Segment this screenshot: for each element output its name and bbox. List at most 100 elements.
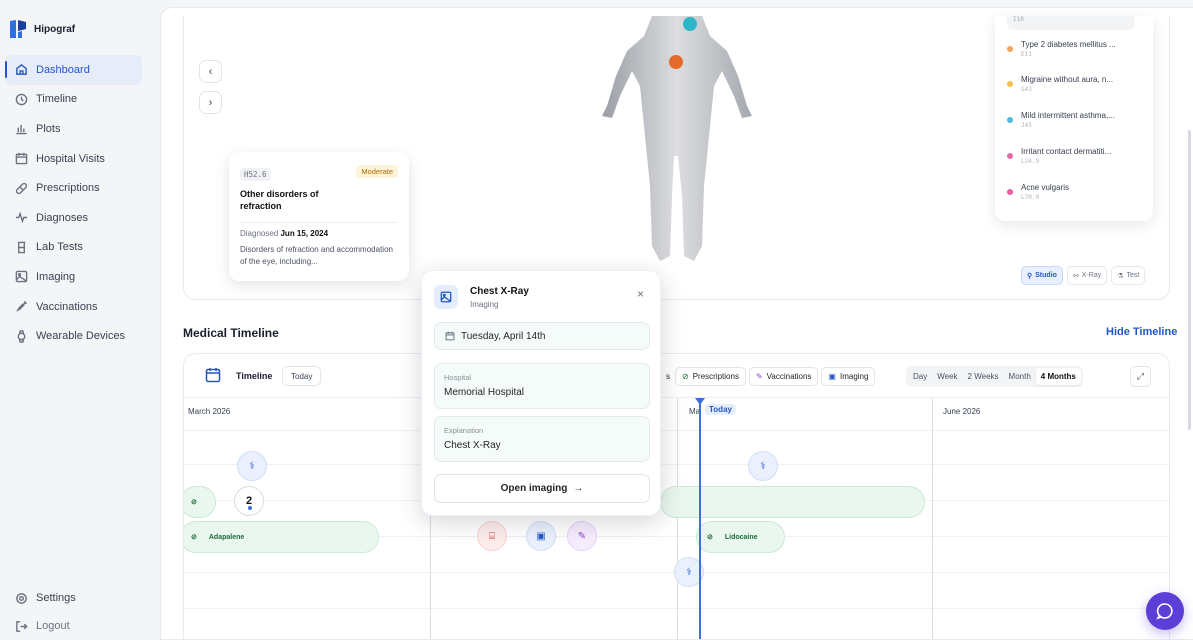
syringe-icon — [16, 300, 28, 312]
chat-bubble-icon — [1156, 603, 1173, 620]
range-week[interactable]: Week — [932, 368, 962, 385]
month-divider — [932, 398, 933, 639]
sidebar-nav: Dashboard Timeline Plots Hospital Visits… — [5, 55, 142, 351]
condition-item[interactable]: Migraine without aura, n... G43 — [1007, 75, 1142, 105]
vaccination-event[interactable]: ✎ — [567, 521, 597, 551]
sidebar-item-label: Vaccinations — [36, 300, 98, 313]
popup-date-text: Tuesday, April 14th — [461, 330, 546, 342]
popup-icon — [434, 285, 458, 309]
pill-icon: ⊘ — [191, 534, 197, 541]
condition-code: E11 — [1021, 51, 1032, 58]
condition-dot — [1007, 153, 1013, 159]
hospital-visit-event[interactable]: ⚕ — [748, 451, 778, 481]
sidebar-item-logout[interactable]: Logout — [5, 612, 142, 640]
month-divider — [677, 398, 678, 639]
xray-label: X-Ray — [1081, 272, 1102, 279]
sidebar: Hipograf Dashboard Timeline Plots Hospit… — [0, 0, 150, 640]
bones-icon: ⚯ — [1072, 272, 1079, 280]
xray-view-button[interactable]: ⚯ X-Ray — [1066, 266, 1108, 285]
sidebar-item-timeline[interactable]: Timeline — [5, 85, 142, 115]
syringe-icon: ✎ — [755, 372, 763, 381]
today-button[interactable]: Today — [282, 366, 322, 386]
next-button[interactable]: › — [199, 91, 222, 114]
image-icon — [15, 271, 28, 283]
test-tube-icon: ⌸ — [489, 530, 495, 542]
severity-badge: Moderate — [356, 165, 398, 178]
condition-code: J45 — [1021, 122, 1032, 129]
arrow-right-icon: → — [573, 483, 584, 494]
imaging-event[interactable]: ▣ — [526, 521, 556, 551]
prescription-bar[interactable]: ⊘ — [184, 486, 216, 518]
sidebar-item-label: Dashboard — [36, 63, 90, 76]
abdomen-marker-icon — [669, 55, 683, 69]
condition-item[interactable]: Acne vulgaris L70.0 — [1007, 183, 1142, 213]
explanation-field: Explanation Chest X-Ray — [434, 416, 650, 462]
filter-label: Vaccinations — [766, 372, 812, 381]
sidebar-item-dashboard[interactable]: Dashboard — [5, 55, 142, 85]
condition-dot — [1007, 81, 1013, 87]
event-cluster[interactable]: 2 — [234, 486, 264, 516]
range-day[interactable]: Day — [908, 368, 932, 385]
sidebar-item-plots[interactable]: Plots — [5, 114, 142, 144]
prescription-bar-lidocaine[interactable]: ⊘ Lidocaine — [696, 521, 785, 553]
test-view-button[interactable]: ⚗ Test — [1111, 266, 1146, 285]
sidebar-item-diagnoses[interactable]: Diagnoses — [5, 203, 142, 233]
diagnosis-card[interactable]: H52.6 Moderate Other disorders of refrac… — [229, 152, 409, 281]
filter-imaging[interactable]: ▣ Imaging — [821, 367, 876, 386]
scrollbar[interactable] — [1188, 130, 1191, 430]
condition-item[interactable]: Irritant contact dermatiti... L24.9 — [1007, 147, 1142, 177]
hospital-visit-event[interactable]: ⚕ — [237, 451, 267, 481]
chat-button[interactable] — [1146, 592, 1184, 630]
stethoscope-icon: ⚕ — [686, 566, 692, 578]
sidebar-item-label: Plots — [36, 122, 61, 135]
filter-vaccinations[interactable]: ✎ Vaccinations — [748, 367, 819, 386]
sidebar-item-settings[interactable]: Settings — [5, 584, 142, 612]
sidebar-item-vaccinations[interactable]: Vaccinations — [5, 292, 142, 322]
bar-chart-icon — [16, 125, 27, 135]
sidebar-item-label: Timeline — [36, 93, 78, 106]
diagnosis-code: H52.6 — [240, 168, 271, 181]
condition-code: I10 — [1007, 16, 1135, 30]
sidebar-item-label: Logout — [36, 620, 70, 632]
sidebar-item-label: Settings — [36, 592, 76, 604]
body-model[interactable] — [582, 16, 772, 266]
previous-button[interactable]: ‹ — [199, 60, 222, 83]
lab-test-event[interactable]: ⌸ — [477, 521, 507, 551]
condition-item[interactable]: Type 2 diabetes mellitus ... E11 — [1007, 40, 1142, 70]
condition-dot — [1007, 189, 1013, 195]
range-selector: Day Week 2 Weeks Month 4 Months — [906, 366, 1083, 387]
condition-name: Mild intermittent asthma,... — [1021, 111, 1115, 120]
open-imaging-button[interactable]: Open imaging → — [434, 474, 650, 503]
range-2-weeks[interactable]: 2 Weeks — [963, 368, 1004, 385]
filter-prescriptions[interactable]: ⊘ Prescriptions — [675, 367, 746, 386]
sidebar-item-hospital-visits[interactable]: Hospital Visits — [5, 144, 142, 174]
condition-item[interactable]: Mild intermittent asthma,... J45 — [1007, 111, 1142, 141]
event-label: Adapalene — [208, 533, 245, 541]
diagnosis-title: Other disorders of refraction — [240, 189, 319, 211]
sidebar-item-wearable-devices[interactable]: Wearable Devices — [5, 321, 142, 351]
range-month[interactable]: Month — [1004, 368, 1036, 385]
sidebar-item-prescriptions[interactable]: Prescriptions — [5, 173, 142, 203]
filter-chip-partial[interactable]: s — [664, 367, 672, 386]
filter-label: Prescriptions — [692, 372, 739, 381]
condition-dot — [1007, 46, 1013, 52]
condition-code: L24.9 — [1021, 158, 1040, 165]
hide-timeline-link[interactable]: Hide Timeline — [1106, 326, 1177, 338]
prescription-bar-adapalene[interactable]: ⊘ Adapalene — [184, 521, 379, 553]
sidebar-item-lab-tests[interactable]: Lab Tests — [5, 233, 142, 263]
filter-label: Imaging — [839, 372, 869, 381]
condition-name: Type 2 diabetes mellitus ... — [1021, 40, 1116, 49]
range-4-months[interactable]: 4 Months — [1035, 368, 1081, 385]
sidebar-item-imaging[interactable]: Imaging — [5, 262, 142, 292]
close-icon[interactable]: × — [637, 287, 644, 301]
studio-view-button[interactable]: ⚲ Studio — [1021, 266, 1063, 285]
logout-icon — [16, 620, 28, 632]
brand[interactable]: Hipograf — [9, 19, 75, 39]
expand-button[interactable]: ⤢ — [1130, 366, 1151, 387]
timeline-card: Timeline Today s ⊘ Prescriptions ✎ Vaccina… — [183, 353, 1170, 640]
view-toggle: ⚲ Studio ⚯ X-Ray ⚗ Test — [1021, 266, 1146, 285]
today-marker-icon — [695, 398, 705, 405]
image-icon — [440, 291, 452, 303]
diagnosis-date: Diagnosed Jun 15, 2024 — [240, 229, 398, 238]
diagnosed-label: Diagnosed — [240, 229, 279, 238]
